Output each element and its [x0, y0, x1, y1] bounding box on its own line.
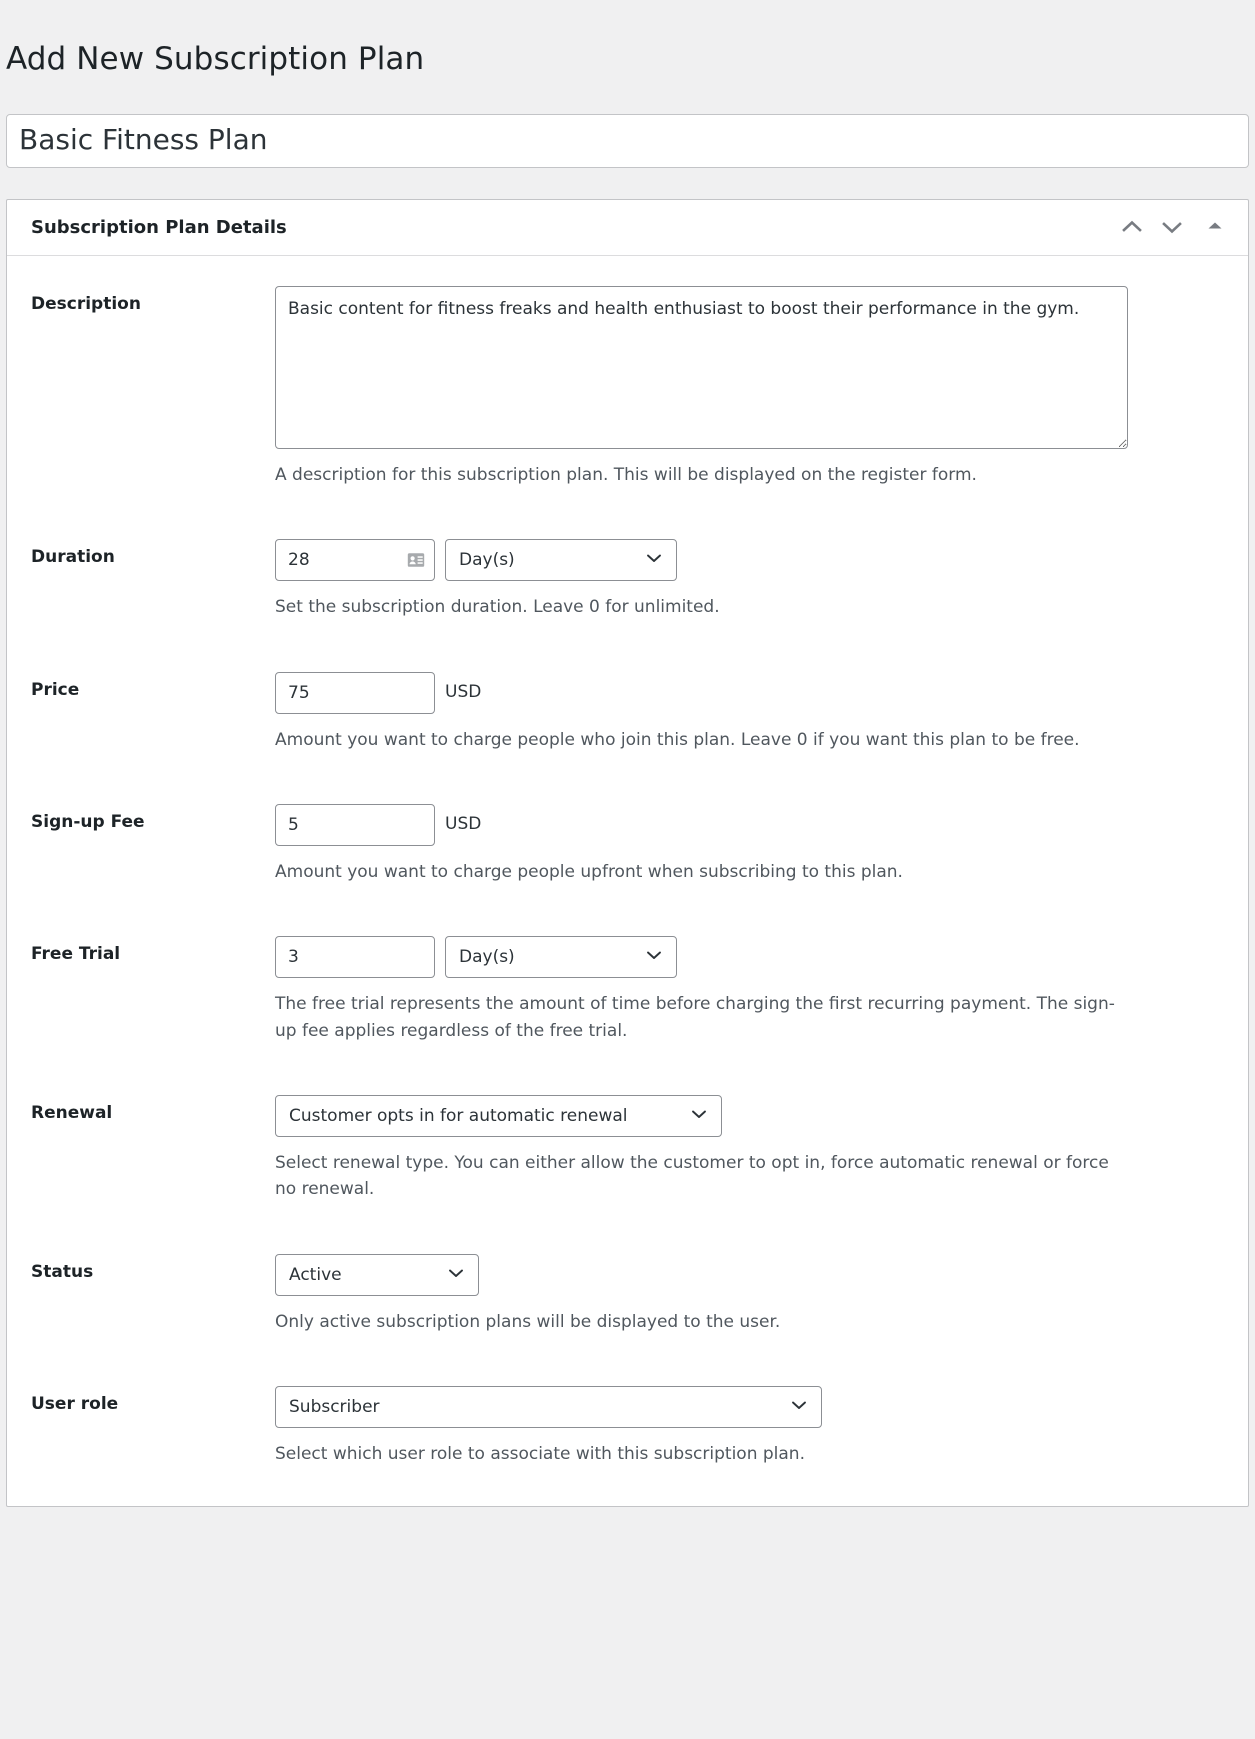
duration-field-cell: Day(s) Set the subscription duration. Le…: [275, 523, 1224, 655]
free-trial-label: Free Trial: [31, 944, 121, 965]
free-trial-help-text: The free trial represents the amount of …: [275, 994, 1115, 1041]
field-row-duration: Duration 28 Day(s) Set the subscription …: [7, 523, 1248, 655]
price-label: Price: [31, 679, 80, 700]
price-input[interactable]: [275, 671, 435, 714]
signup-fee-controls: USD: [275, 803, 1224, 846]
free-trial-value-input[interactable]: [275, 936, 435, 979]
field-row-signup-fee: Sign-up Fee USD Amount you want to charg…: [7, 788, 1248, 920]
duration-label-cell: Duration: [31, 523, 275, 568]
description-label: Description: [31, 293, 141, 314]
field-row-renewal: Renewal Customer opts in for automatic r…: [7, 1079, 1248, 1238]
chevron-up-icon: [1119, 214, 1145, 240]
status-label-cell: Status: [31, 1238, 275, 1283]
user-role-label: User role: [31, 1393, 119, 1414]
signup-fee-field-cell: USD Amount you want to charge people upf…: [275, 788, 1224, 920]
description-help-text: A description for this subscription plan…: [275, 464, 977, 485]
renewal-select-wrapper: Customer opts in for automatic renewal: [275, 1094, 722, 1137]
plan-title-input[interactable]: [6, 113, 1249, 168]
metabox-header: Subscription Plan Details: [7, 200, 1248, 256]
price-controls: USD: [275, 671, 1224, 714]
field-row-description: Description A description for this subsc…: [7, 270, 1248, 523]
signup-fee-currency-label: USD: [445, 814, 482, 835]
plan-title-wrapper: [0, 113, 1255, 168]
duration-unit-select-wrapper: Day(s): [445, 539, 677, 582]
user-role-label-cell: User role: [31, 1370, 275, 1415]
status-help-text: Only active subscription plans will be d…: [275, 1311, 781, 1332]
duration-value-input[interactable]: [275, 539, 435, 582]
metabox-title: Subscription Plan Details: [31, 216, 287, 238]
duration-unit-select[interactable]: Day(s): [445, 539, 677, 582]
duration-input-wrapper: [275, 539, 435, 582]
user-role-help-text: Select which user role to associate with…: [275, 1443, 805, 1464]
description-label-cell: Description: [31, 270, 275, 315]
renewal-label-cell: Renewal: [31, 1079, 275, 1124]
move-down-button[interactable]: [1154, 209, 1190, 245]
metabox-actions: [1114, 209, 1236, 245]
free-trial-unit-value: Day(s): [459, 947, 515, 968]
renewal-field-cell: Customer opts in for automatic renewal S…: [275, 1079, 1224, 1238]
status-select[interactable]: Active: [275, 1253, 479, 1296]
status-selected-value: Active: [289, 1264, 342, 1285]
renewal-selected-value: Customer opts in for automatic renewal: [289, 1105, 628, 1126]
status-field-cell: Active Only active subscription plans wi…: [275, 1238, 1224, 1370]
field-row-user-role: User role Subscriber Select which user r…: [7, 1370, 1248, 1502]
signup-fee-help-text: Amount you want to charge people upfront…: [275, 861, 903, 882]
user-role-select-wrapper: Subscriber: [275, 1385, 822, 1428]
toggle-panel-button[interactable]: [1194, 209, 1236, 245]
triangle-up-icon: [1204, 215, 1226, 240]
free-trial-unit-select-wrapper: Day(s): [445, 936, 677, 979]
field-row-price: Price USD Amount you want to charge peop…: [7, 656, 1248, 788]
duration-help-text: Set the subscription duration. Leave 0 f…: [275, 597, 720, 618]
status-select-wrapper: Active: [275, 1253, 479, 1296]
free-trial-unit-select[interactable]: Day(s): [445, 936, 677, 979]
metabox-form-body: Description A description for this subsc…: [7, 256, 1248, 1506]
description-field-cell: A description for this subscription plan…: [275, 270, 1224, 523]
page-title: Add New Subscription Plan: [6, 40, 425, 77]
status-label: Status: [31, 1261, 94, 1282]
signup-fee-label-cell: Sign-up Fee: [31, 788, 275, 833]
free-trial-field-cell: Day(s) The free trial represents the amo…: [275, 920, 1224, 1079]
description-textarea[interactable]: [275, 285, 1128, 449]
free-trial-controls: Day(s): [275, 936, 1224, 979]
free-trial-label-cell: Free Trial: [31, 920, 275, 965]
duration-label: Duration: [31, 547, 115, 568]
duration-controls: Day(s): [275, 539, 1224, 582]
subscription-plan-details-metabox: Subscription Plan Details Description Ba…: [6, 198, 1249, 1508]
move-up-button[interactable]: [1114, 209, 1150, 245]
price-label-cell: Price: [31, 656, 275, 701]
user-role-selected-value: Subscriber: [289, 1396, 380, 1417]
field-row-status: Status Active Only active subscription p…: [7, 1238, 1248, 1370]
signup-fee-input[interactable]: [275, 803, 435, 846]
renewal-label: Renewal: [31, 1102, 113, 1123]
user-role-field-cell: Subscriber Select which user role to ass…: [275, 1370, 1224, 1502]
field-row-free-trial: Free Trial Day(s): [7, 920, 1248, 1079]
price-help-text: Amount you want to charge people who joi…: [275, 729, 1080, 750]
duration-unit-value: Day(s): [459, 550, 515, 571]
renewal-help-text: Select renewal type. You can either allo…: [275, 1152, 1109, 1200]
chevron-down-icon: [1159, 214, 1185, 240]
signup-fee-label: Sign-up Fee: [31, 811, 145, 832]
user-role-select[interactable]: Subscriber: [275, 1385, 822, 1428]
renewal-select[interactable]: Customer opts in for automatic renewal: [275, 1094, 722, 1137]
price-field-cell: USD Amount you want to charge people who…: [275, 656, 1224, 788]
price-currency-label: USD: [445, 682, 482, 703]
